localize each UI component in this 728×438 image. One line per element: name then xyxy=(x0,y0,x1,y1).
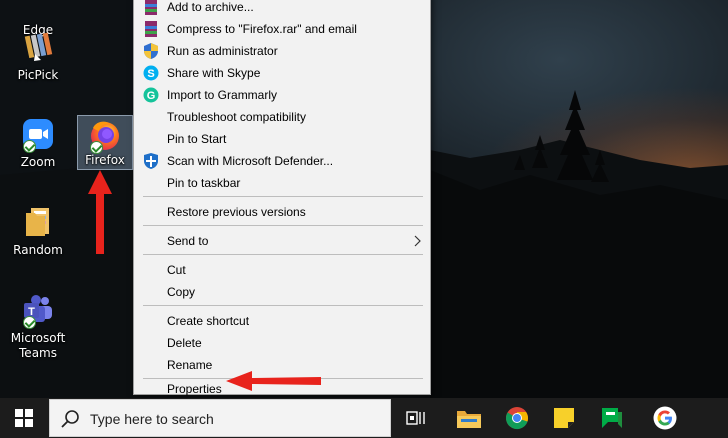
desktop-icon-zoom[interactable]: Zoom xyxy=(0,117,76,170)
menu-item-label: Pin to Start xyxy=(167,132,227,146)
desktop-icon-picpick[interactable]: PicPick xyxy=(0,30,76,83)
google-chat-icon xyxy=(602,408,622,428)
skype-icon: S xyxy=(143,65,159,81)
task-view-button[interactable] xyxy=(393,398,439,438)
menu-item-cut[interactable]: Cut xyxy=(134,259,430,281)
svg-text:S: S xyxy=(147,68,154,80)
taskbar-google[interactable] xyxy=(642,398,688,438)
annotation-arrow-up xyxy=(88,170,112,254)
chrome-icon xyxy=(506,407,528,430)
teams-icon: T xyxy=(21,293,55,329)
menu-separator xyxy=(143,254,423,255)
taskbar-chrome[interactable] xyxy=(494,398,540,438)
menu-item-delete[interactable]: Delete xyxy=(134,332,430,354)
svg-text:G: G xyxy=(147,90,156,102)
menu-item-run-as-admin[interactable]: Run as administrator xyxy=(134,40,430,62)
sync-check-icon xyxy=(23,316,36,329)
menu-separator xyxy=(143,225,423,226)
picpick-icon xyxy=(21,30,55,64)
menu-item-copy[interactable]: Copy xyxy=(134,281,430,303)
menu-item-import-grammarly[interactable]: G Import to Grammarly xyxy=(134,84,430,106)
desktop-icon-label: PicPick xyxy=(17,68,59,82)
menu-item-pin-to-start[interactable]: Pin to Start xyxy=(134,128,430,150)
desktop-icon-teams[interactable]: T Microsoft Teams xyxy=(0,293,76,361)
desktop-icon-label: Random xyxy=(13,243,63,257)
context-menu: Add to archive... Compress to "Firefox.r… xyxy=(133,0,431,396)
menu-item-label: Add to archive... xyxy=(167,0,254,14)
windows-logo-icon xyxy=(15,409,33,427)
menu-item-label: Scan with Microsoft Defender... xyxy=(167,154,334,168)
zoom-icon xyxy=(21,117,55,153)
task-view-icon xyxy=(406,411,425,425)
menu-item-create-shortcut[interactable]: Create shortcut xyxy=(134,310,430,332)
desktop-icon-random[interactable]: Random xyxy=(0,205,76,258)
menu-item-share-skype[interactable]: S Share with Skype xyxy=(134,62,430,84)
taskbar-sticky-notes[interactable] xyxy=(541,398,587,438)
edge-icon xyxy=(21,0,55,19)
file-explorer-icon xyxy=(457,411,481,428)
menu-item-label: Pin to taskbar xyxy=(167,176,241,190)
taskbar: Type here to search xyxy=(0,398,728,438)
search-placeholder: Type here to search xyxy=(90,411,214,427)
firefox-icon xyxy=(88,118,122,154)
sticky-notes-icon xyxy=(554,408,574,428)
taskbar-file-explorer[interactable] xyxy=(446,398,492,438)
desktop-icon-label: Firefox xyxy=(85,153,125,167)
menu-item-label: Cut xyxy=(167,263,186,277)
chevron-right-icon xyxy=(414,235,422,247)
menu-item-label: Send to xyxy=(167,234,209,248)
sync-check-icon xyxy=(90,141,103,154)
menu-item-label: Compress to "Firefox.rar" and email xyxy=(167,22,357,36)
menu-item-label: Create shortcut xyxy=(167,314,250,328)
taskbar-google-chat[interactable] xyxy=(589,398,635,438)
annotation-arrow-left xyxy=(226,371,321,391)
google-icon xyxy=(653,406,677,430)
folder-icon xyxy=(21,205,55,239)
menu-item-add-to-archive[interactable]: Add to archive... xyxy=(134,0,430,18)
menu-item-compress-email[interactable]: Compress to "Firefox.rar" and email xyxy=(134,18,430,40)
grammarly-icon: G xyxy=(143,87,159,103)
winrar-icon xyxy=(143,0,159,15)
menu-item-label: Troubleshoot compatibility xyxy=(167,110,306,124)
menu-item-label: Run as administrator xyxy=(167,44,278,58)
desktop-icon-label: Microsoft Teams xyxy=(10,331,66,360)
defender-shield-icon xyxy=(143,153,159,169)
desktop-icon-label: Zoom xyxy=(20,155,56,169)
menu-item-label: Copy xyxy=(167,285,196,299)
menu-item-troubleshoot[interactable]: Troubleshoot compatibility xyxy=(134,106,430,128)
taskbar-search-box[interactable]: Type here to search xyxy=(49,399,391,437)
desktop-icon-firefox[interactable]: Firefox xyxy=(77,115,133,170)
uac-shield-icon xyxy=(143,43,159,59)
menu-item-label: Rename xyxy=(167,358,213,372)
menu-item-label: Share with Skype xyxy=(167,66,261,80)
menu-separator xyxy=(143,305,423,306)
menu-item-scan-defender[interactable]: Scan with Microsoft Defender... xyxy=(134,150,430,172)
menu-item-send-to[interactable]: Send to xyxy=(134,230,430,252)
menu-item-label: Import to Grammarly xyxy=(167,88,278,102)
search-icon xyxy=(61,410,79,428)
menu-item-label: Restore previous versions xyxy=(167,205,306,219)
menu-item-pin-to-taskbar[interactable]: Pin to taskbar xyxy=(134,172,430,194)
menu-item-restore-versions[interactable]: Restore previous versions xyxy=(134,201,430,223)
menu-item-label: Properties xyxy=(167,382,222,396)
start-button[interactable] xyxy=(0,398,48,438)
menu-item-label: Delete xyxy=(167,336,202,350)
sync-check-icon xyxy=(23,140,36,153)
menu-separator xyxy=(143,196,423,197)
winrar-icon xyxy=(143,21,159,37)
